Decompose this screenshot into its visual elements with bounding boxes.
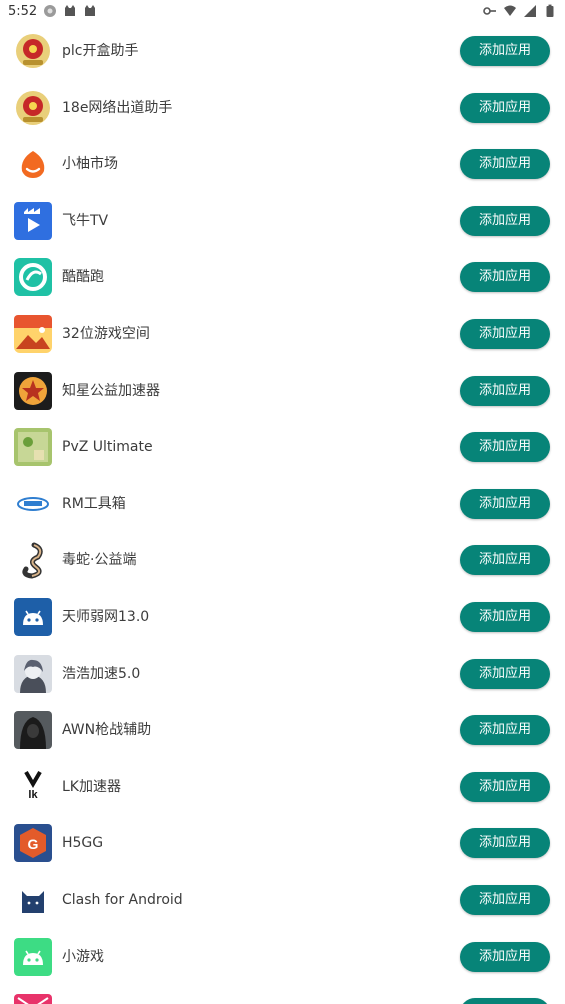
add-app-button[interactable]: 添加应用 [460, 319, 550, 349]
h5gg-icon: G [14, 824, 52, 863]
lk-logo-icon: lk [14, 767, 52, 806]
orange-smile-icon [14, 145, 52, 184]
app-list[interactable]: plc开盒助手 添加应用 18e网络出道助手 添加应用 小柚市场 添加应用 飞牛TV 添加应用… [0, 22, 565, 1004]
app-list-item: 32位游戏空间 添加应用 [0, 309, 565, 365]
feiniu-tv-icon [14, 201, 52, 240]
app-name-label: 知星公益加速器 [62, 382, 160, 399]
app-name-label: 酷酷跑 [62, 269, 104, 286]
signal-icon [524, 5, 536, 17]
app-name-label: 浩浩加速5.0 [62, 665, 141, 682]
app-list-item: 飞牛TV 添加应用 [0, 196, 565, 252]
app-list-item: 酷酷跑 添加应用 [0, 252, 565, 308]
add-app-button[interactable]: 添加应用 [460, 432, 550, 463]
app-name-label: PvZ Ultimate [62, 439, 153, 456]
app-name-label: 小柚市场 [62, 156, 118, 173]
status-right [483, 4, 557, 18]
system-gear-icon [44, 5, 57, 17]
app-list-item: 浩浩加速5.0 添加应用 [0, 649, 565, 705]
app-list-item: Clash for Android 添加应用 [0, 875, 565, 931]
app-name-label: H5GG [62, 835, 104, 852]
android-cat-icon [85, 5, 96, 16]
app-name-label: 32位游戏空间 [62, 326, 150, 342]
clash-cat-icon [14, 881, 52, 919]
app-name-label: 天师弱网13.0 [62, 609, 150, 625]
add-app-button[interactable]: 添加应用 [460, 375, 550, 406]
svg-text:lk: lk [28, 789, 38, 801]
rm-toolbox-icon [14, 484, 52, 523]
app-list-item: 天师弱网13.0 添加应用 [0, 592, 565, 648]
app-list-item: AWN枪战辅助 添加应用 [0, 705, 565, 761]
wifi-icon [504, 5, 516, 16]
star-badge-icon [14, 371, 52, 410]
add-app-button[interactable]: 添加应用 [460, 602, 550, 632]
android-robot-icon [14, 598, 52, 636]
app-list-item: RM工具箱 添加应用 [0, 479, 565, 535]
add-app-button[interactable]: 添加应用 [460, 545, 550, 576]
app-list-item: 小柚市场 添加应用 [0, 139, 565, 195]
app-list-item: 添加应用 [0, 988, 565, 1004]
app-list-item: 18e网络出道助手 添加应用 [0, 83, 565, 139]
app-name-label: 18e网络出道助手 [62, 99, 173, 116]
police-emblem-icon [14, 32, 52, 70]
app-name-label: RM工具箱 [62, 495, 126, 512]
police-emblem-icon [14, 89, 52, 127]
status-bar: 5:52 [0, 0, 565, 22]
app-list-item: PvZ Ultimate 添加应用 [0, 422, 565, 478]
add-app-button[interactable]: 添加应用 [460, 36, 550, 66]
status-time: 5:52 [8, 3, 38, 19]
app-list-item: lk LK加速器 添加应用 [0, 762, 565, 818]
app-name-label: 毒蛇·公益端 [62, 552, 137, 569]
game-space-icon [14, 315, 52, 353]
add-app-button[interactable]: 添加应用 [460, 658, 550, 689]
app-name-label: 小游戏 [62, 948, 104, 965]
app-list-item: G H5GG 添加应用 [0, 818, 565, 874]
android-cat-icon [65, 5, 76, 16]
add-app-button[interactable]: 添加应用 [460, 771, 550, 802]
add-app-button[interactable]: 添加应用 [460, 715, 550, 746]
battery-icon [546, 4, 554, 17]
kukupao-icon [14, 258, 52, 297]
add-app-button[interactable]: 添加应用 [460, 941, 550, 972]
add-app-button[interactable]: 添加应用 [460, 205, 550, 236]
add-app-button[interactable]: 添加应用 [460, 262, 550, 293]
app-name-label: LK加速器 [62, 778, 121, 795]
status-left: 5:52 [8, 4, 97, 19]
snake-icon [14, 541, 52, 580]
add-app-button[interactable]: 添加应用 [460, 92, 550, 123]
pvz-icon [14, 428, 52, 467]
partial-app-icon [14, 994, 52, 1004]
app-name-label: AWN枪战辅助 [62, 722, 152, 739]
app-list-item: 毒蛇·公益端 添加应用 [0, 535, 565, 591]
add-app-button[interactable]: 添加应用 [460, 998, 550, 1004]
key-icon [483, 7, 496, 15]
app-list-item: 小游戏 添加应用 [0, 932, 565, 988]
app-name-label: Clash for Android [62, 892, 183, 908]
hooded-figure-icon [14, 711, 52, 750]
anime-avatar-icon [14, 654, 52, 693]
android-robot-icon [14, 937, 52, 976]
add-app-button[interactable]: 添加应用 [460, 488, 550, 519]
add-app-button[interactable]: 添加应用 [460, 149, 550, 180]
app-name-label: plc开盒助手 [62, 43, 139, 59]
add-app-button[interactable]: 添加应用 [460, 885, 550, 915]
add-app-button[interactable]: 添加应用 [460, 828, 550, 859]
svg-text:G: G [28, 836, 39, 852]
app-list-item: plc开盒助手 添加应用 [0, 26, 565, 82]
app-name-label: 飞牛TV [62, 212, 109, 229]
app-list-item: 知星公益加速器 添加应用 [0, 366, 565, 422]
